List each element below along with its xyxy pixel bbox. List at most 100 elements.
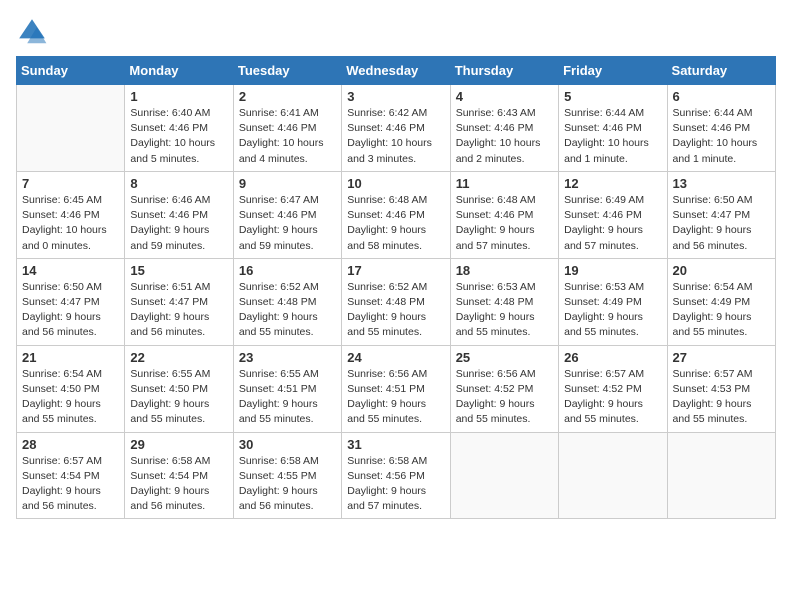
- day-info: Sunrise: 6:50 AMSunset: 4:47 PMDaylight:…: [673, 193, 770, 254]
- day-number: 23: [239, 350, 336, 365]
- calendar-cell: [450, 432, 558, 519]
- calendar-week-1: 7 Sunrise: 6:45 AMSunset: 4:46 PMDaylight…: [17, 171, 776, 258]
- day-info: Sunrise: 6:54 AMSunset: 4:50 PMDaylight:…: [22, 367, 119, 428]
- calendar-cell: 24 Sunrise: 6:56 AMSunset: 4:51 PMDayligh…: [342, 345, 450, 432]
- calendar-cell: 9Sunrise: 6:47 AMSunset: 4:46 PMDaylight…: [233, 171, 341, 258]
- day-number: 16: [239, 263, 336, 278]
- day-number: 18: [456, 263, 553, 278]
- calendar-cell: 26 Sunrise: 6:57 AMSunset: 4:52 PMDayligh…: [559, 345, 667, 432]
- calendar-cell: 16 Sunrise: 6:52 AMSunset: 4:48 PMDayligh…: [233, 258, 341, 345]
- day-number: 11: [456, 176, 553, 191]
- weekday-header-wednesday: Wednesday: [342, 57, 450, 85]
- calendar-cell: 5Sunrise: 6:44 AMSunset: 4:46 PMDaylight…: [559, 85, 667, 172]
- day-number: 10: [347, 176, 444, 191]
- calendar-body: 1Sunrise: 6:40 AMSunset: 4:46 PMDaylight…: [17, 85, 776, 519]
- day-number: 12: [564, 176, 661, 191]
- day-number: 3: [347, 89, 444, 104]
- day-info: Sunrise: 6:52 AMSunset: 4:48 PMDaylight:…: [239, 280, 336, 341]
- calendar-cell: [667, 432, 775, 519]
- calendar-cell: 25Sunrise: 6:56 AMSunset: 4:52 PMDayligh…: [450, 345, 558, 432]
- day-info: Sunrise: 6:48 AMSunset: 4:46 PMDaylight:…: [456, 193, 553, 254]
- day-number: 28: [22, 437, 119, 452]
- calendar-cell: 7 Sunrise: 6:45 AMSunset: 4:46 PMDaylight…: [17, 171, 125, 258]
- calendar-cell: 1Sunrise: 6:40 AMSunset: 4:46 PMDaylight…: [125, 85, 233, 172]
- weekday-header-friday: Friday: [559, 57, 667, 85]
- day-info: Sunrise: 6:41 AMSunset: 4:46 PMDaylight:…: [239, 106, 336, 167]
- calendar-cell: 31 Sunrise: 6:58 AMSunset: 4:56 PMDayligh…: [342, 432, 450, 519]
- logo-icon: [16, 16, 48, 48]
- day-info: Sunrise: 6:57 AMSunset: 4:52 PMDaylight:…: [564, 367, 661, 428]
- calendar-header: SundayMondayTuesdayWednesdayThursdayFrid…: [17, 57, 776, 85]
- day-number: 14: [22, 263, 119, 278]
- calendar-cell: 2 Sunrise: 6:41 AMSunset: 4:46 PMDaylight…: [233, 85, 341, 172]
- weekday-header-sunday: Sunday: [17, 57, 125, 85]
- calendar-cell: [559, 432, 667, 519]
- calendar-cell: 4Sunrise: 6:43 AMSunset: 4:46 PMDaylight…: [450, 85, 558, 172]
- calendar-cell: 21 Sunrise: 6:54 AMSunset: 4:50 PMDayligh…: [17, 345, 125, 432]
- day-info: Sunrise: 6:51 AMSunset: 4:47 PMDaylight:…: [130, 280, 227, 341]
- day-number: 15: [130, 263, 227, 278]
- day-info: Sunrise: 6:42 AMSunset: 4:46 PMDaylight:…: [347, 106, 444, 167]
- day-info: Sunrise: 6:46 AMSunset: 4:46 PMDaylight:…: [130, 193, 227, 254]
- weekday-header-tuesday: Tuesday: [233, 57, 341, 85]
- calendar-cell: 29 Sunrise: 6:58 AMSunset: 4:54 PMDayligh…: [125, 432, 233, 519]
- calendar-table: SundayMondayTuesdayWednesdayThursdayFrid…: [16, 56, 776, 519]
- calendar-cell: 28 Sunrise: 6:57 AMSunset: 4:54 PMDayligh…: [17, 432, 125, 519]
- day-number: 17: [347, 263, 444, 278]
- day-number: 7: [22, 176, 119, 191]
- day-info: Sunrise: 6:55 AMSunset: 4:50 PMDaylight:…: [130, 367, 227, 428]
- calendar-cell: 20 Sunrise: 6:54 AMSunset: 4:49 PMDayligh…: [667, 258, 775, 345]
- day-number: 26: [564, 350, 661, 365]
- calendar-cell: 6Sunrise: 6:44 AMSunset: 4:46 PMDaylight…: [667, 85, 775, 172]
- day-info: Sunrise: 6:56 AMSunset: 4:51 PMDaylight:…: [347, 367, 444, 428]
- calendar-week-4: 28 Sunrise: 6:57 AMSunset: 4:54 PMDayligh…: [17, 432, 776, 519]
- calendar-cell: 22 Sunrise: 6:55 AMSunset: 4:50 PMDayligh…: [125, 345, 233, 432]
- day-number: 31: [347, 437, 444, 452]
- day-info: Sunrise: 6:47 AMSunset: 4:46 PMDaylight:…: [239, 193, 336, 254]
- calendar-cell: 18 Sunrise: 6:53 AMSunset: 4:48 PMDayligh…: [450, 258, 558, 345]
- day-info: Sunrise: 6:58 AMSunset: 4:54 PMDaylight:…: [130, 454, 227, 515]
- day-info: Sunrise: 6:48 AMSunset: 4:46 PMDaylight:…: [347, 193, 444, 254]
- day-info: Sunrise: 6:52 AMSunset: 4:48 PMDaylight:…: [347, 280, 444, 341]
- calendar-cell: 13 Sunrise: 6:50 AMSunset: 4:47 PMDayligh…: [667, 171, 775, 258]
- day-number: 22: [130, 350, 227, 365]
- calendar-cell: 10 Sunrise: 6:48 AMSunset: 4:46 PMDayligh…: [342, 171, 450, 258]
- day-number: 6: [673, 89, 770, 104]
- logo: [16, 16, 52, 48]
- calendar-cell: [17, 85, 125, 172]
- calendar-cell: 27Sunrise: 6:57 AMSunset: 4:53 PMDayligh…: [667, 345, 775, 432]
- day-info: Sunrise: 6:44 AMSunset: 4:46 PMDaylight:…: [564, 106, 661, 167]
- calendar-cell: 12Sunrise: 6:49 AMSunset: 4:46 PMDayligh…: [559, 171, 667, 258]
- day-number: 19: [564, 263, 661, 278]
- day-info: Sunrise: 6:56 AMSunset: 4:52 PMDaylight:…: [456, 367, 553, 428]
- day-number: 20: [673, 263, 770, 278]
- weekday-header-saturday: Saturday: [667, 57, 775, 85]
- day-info: Sunrise: 6:50 AMSunset: 4:47 PMDaylight:…: [22, 280, 119, 341]
- day-info: Sunrise: 6:54 AMSunset: 4:49 PMDaylight:…: [673, 280, 770, 341]
- day-number: 24: [347, 350, 444, 365]
- day-number: 2: [239, 89, 336, 104]
- weekday-header-monday: Monday: [125, 57, 233, 85]
- weekday-header-thursday: Thursday: [450, 57, 558, 85]
- day-info: Sunrise: 6:45 AMSunset: 4:46 PMDaylight:…: [22, 193, 119, 254]
- day-info: Sunrise: 6:53 AMSunset: 4:48 PMDaylight:…: [456, 280, 553, 341]
- day-info: Sunrise: 6:53 AMSunset: 4:49 PMDaylight:…: [564, 280, 661, 341]
- day-number: 13: [673, 176, 770, 191]
- calendar-cell: 15 Sunrise: 6:51 AMSunset: 4:47 PMDayligh…: [125, 258, 233, 345]
- day-number: 29: [130, 437, 227, 452]
- calendar-cell: 3 Sunrise: 6:42 AMSunset: 4:46 PMDaylight…: [342, 85, 450, 172]
- calendar-week-2: 14 Sunrise: 6:50 AMSunset: 4:47 PMDayligh…: [17, 258, 776, 345]
- day-number: 1: [130, 89, 227, 104]
- calendar-cell: 30Sunrise: 6:58 AMSunset: 4:55 PMDayligh…: [233, 432, 341, 519]
- day-info: Sunrise: 6:58 AMSunset: 4:56 PMDaylight:…: [347, 454, 444, 515]
- calendar-cell: 19 Sunrise: 6:53 AMSunset: 4:49 PMDayligh…: [559, 258, 667, 345]
- day-info: Sunrise: 6:57 AMSunset: 4:54 PMDaylight:…: [22, 454, 119, 515]
- day-info: Sunrise: 6:57 AMSunset: 4:53 PMDaylight:…: [673, 367, 770, 428]
- page-header: [16, 16, 776, 48]
- calendar-cell: 17 Sunrise: 6:52 AMSunset: 4:48 PMDayligh…: [342, 258, 450, 345]
- day-number: 21: [22, 350, 119, 365]
- calendar-week-0: 1Sunrise: 6:40 AMSunset: 4:46 PMDaylight…: [17, 85, 776, 172]
- calendar-cell: 8Sunrise: 6:46 AMSunset: 4:46 PMDaylight…: [125, 171, 233, 258]
- day-info: Sunrise: 6:55 AMSunset: 4:51 PMDaylight:…: [239, 367, 336, 428]
- day-info: Sunrise: 6:43 AMSunset: 4:46 PMDaylight:…: [456, 106, 553, 167]
